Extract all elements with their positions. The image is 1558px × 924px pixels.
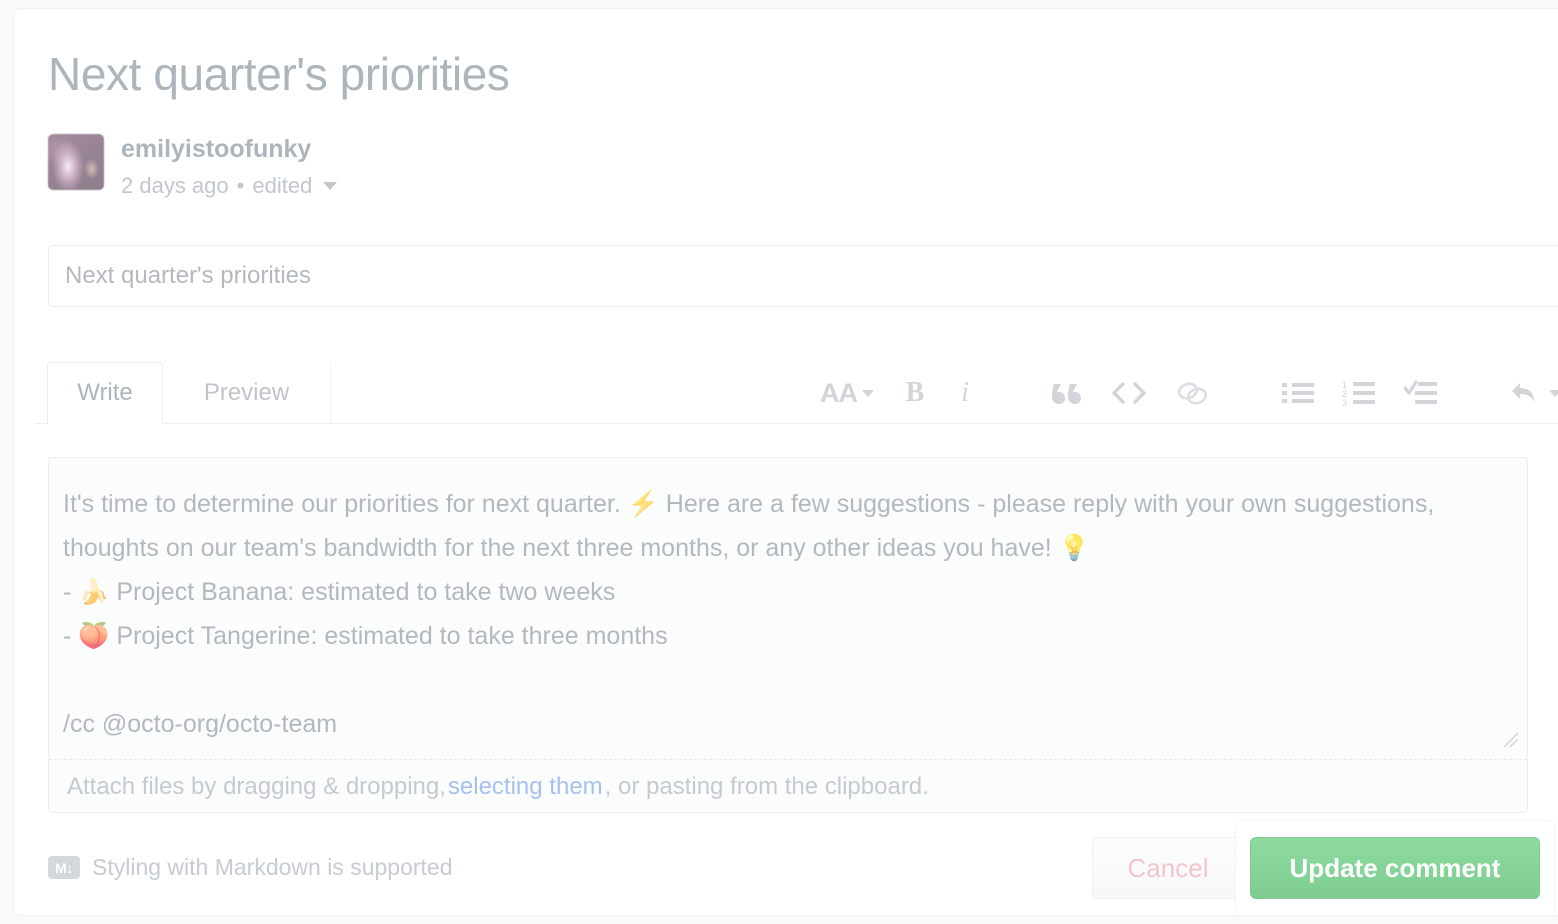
svg-text:3: 3 — [1342, 398, 1347, 406]
issue-title-input[interactable] — [48, 245, 1558, 307]
italic-icon[interactable]: i — [944, 371, 986, 415]
meta-separator: • — [236, 172, 245, 198]
bold-label: B — [905, 377, 925, 408]
attach-files-row: Attach files by dragging & dropping, sel… — [49, 759, 1527, 812]
attach-prefix: Attach files by dragging & dropping, — [67, 772, 446, 800]
markdown-note-text[interactable]: Styling with Markdown is supported — [92, 854, 453, 881]
chevron-down-icon — [1549, 389, 1558, 397]
quote-icon[interactable] — [1046, 371, 1088, 415]
select-files-link[interactable]: selecting them — [448, 773, 603, 801]
ordered-list-icon[interactable]: 1 2 3 — [1336, 371, 1382, 415]
cancel-button[interactable]: Cancel — [1092, 837, 1244, 899]
reply-icon[interactable] — [1504, 371, 1558, 415]
chevron-down-icon — [862, 389, 874, 397]
markdown-support-note: M↓ Styling with Markdown is supported — [48, 854, 453, 881]
author-name[interactable]: emilyistoofunky — [121, 135, 337, 164]
toolbar-group-actions — [1504, 371, 1558, 415]
unordered-list-icon[interactable] — [1276, 371, 1320, 415]
comment-editor: Attach files by dragging & dropping, sel… — [48, 457, 1528, 813]
page-title: Next quarter's priorities — [48, 48, 510, 100]
toolbar-group-insert — [1046, 371, 1216, 415]
tab-preview[interactable]: Preview — [163, 362, 331, 424]
toolbar-group-text: AA B i — [814, 371, 986, 415]
timestamp: 2 days ago — [121, 172, 229, 198]
heading-label: AA — [820, 377, 858, 408]
issue-edit-card: Next quarter's priorities emilyistoofunk… — [13, 8, 1558, 916]
task-list-icon[interactable] — [1398, 371, 1444, 415]
link-icon[interactable] — [1170, 371, 1216, 415]
bold-icon[interactable]: B — [894, 371, 936, 415]
edited-label[interactable]: edited — [252, 173, 312, 199]
resize-handle-icon[interactable] — [1501, 730, 1521, 750]
comment-byline: emilyistoofunky 2 days ago • edited — [48, 134, 338, 199]
byline-text: emilyistoofunky 2 days ago • edited — [121, 134, 338, 199]
attach-suffix: , or pasting from the clipboard. — [604, 772, 929, 800]
code-icon[interactable] — [1106, 371, 1152, 415]
comment-textarea[interactable] — [49, 458, 1527, 758]
comment-meta: 2 days ago • edited — [121, 172, 338, 199]
page-root: Next quarter's priorities emilyistoofunk… — [0, 0, 1558, 924]
heading-icon[interactable]: AA — [814, 371, 880, 415]
avatar[interactable] — [48, 134, 104, 190]
markdown-icon: M↓ — [48, 856, 80, 879]
markdown-toolbar: AA B i 1 2 3 — [814, 362, 1558, 424]
italic-label: i — [961, 377, 969, 408]
tab-write[interactable]: Write — [47, 362, 163, 424]
chevron-down-icon[interactable] — [323, 181, 338, 190]
update-comment-button[interactable]: Update comment — [1250, 837, 1540, 899]
toolbar-group-lists: 1 2 3 — [1276, 371, 1444, 415]
